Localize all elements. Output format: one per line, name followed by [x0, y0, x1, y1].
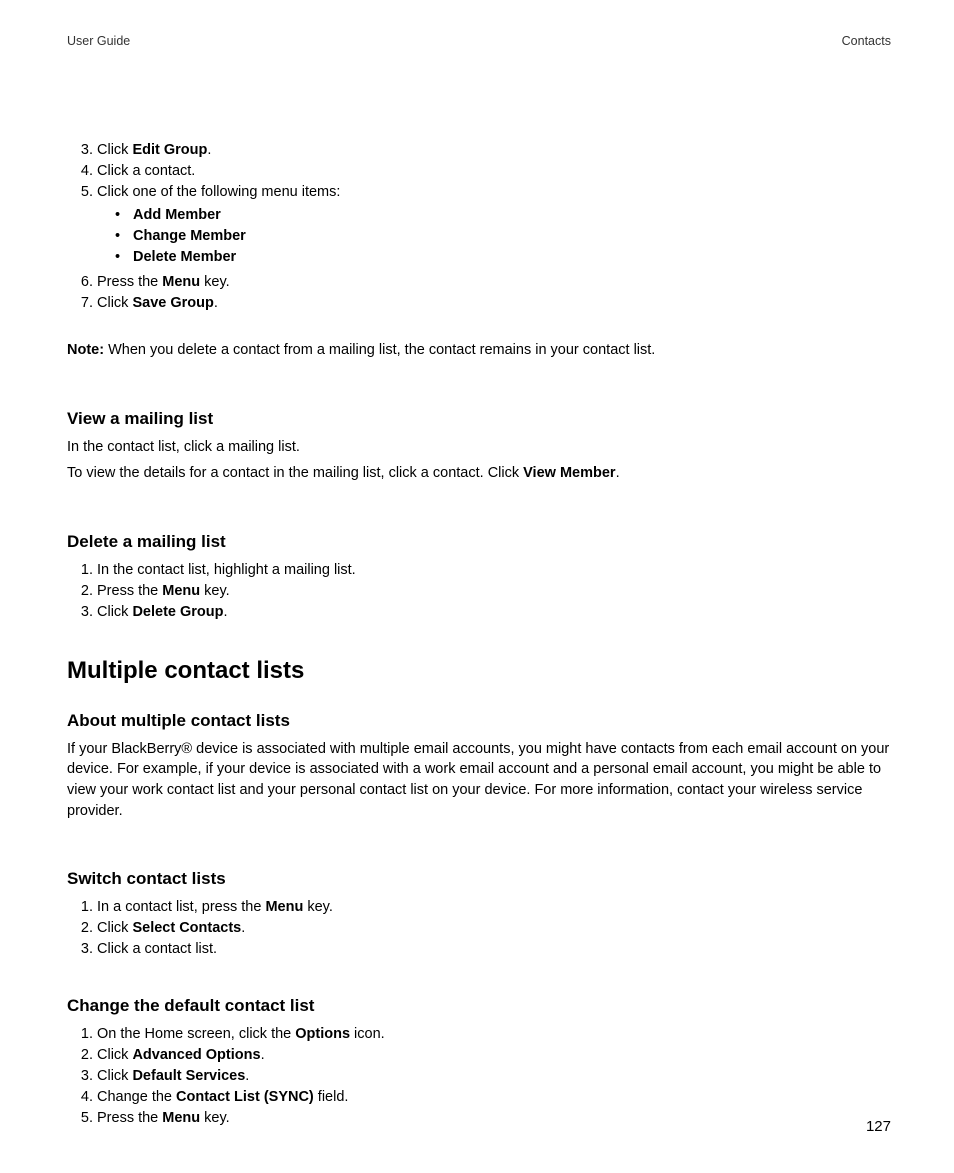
page: User Guide Contacts Click Edit Group. Cl…: [0, 0, 954, 1173]
list-item: In a contact list, press the Menu key.: [97, 897, 891, 918]
body-text: If your BlackBerry® device is associated…: [67, 739, 891, 821]
list-item: Click Advanced Options.: [97, 1045, 891, 1066]
steps-delete-mailing-list: In the contact list, highlight a mailing…: [67, 560, 891, 623]
list-item: In the contact list, highlight a mailing…: [97, 560, 891, 581]
list-item: Click Save Group.: [97, 293, 891, 314]
list-item: Click Default Services.: [97, 1066, 891, 1087]
steps-edit-group: Click Edit Group. Click a contact. Click…: [67, 140, 891, 268]
body-text: To view the details for a contact in the…: [67, 463, 891, 484]
steps-switch-contact-lists: In a contact list, press the Menu key. C…: [67, 897, 891, 960]
heading-view-mailing-list: View a mailing list: [67, 409, 891, 429]
note-paragraph: Note: When you delete a contact from a m…: [67, 340, 891, 361]
list-item: Change Member: [133, 226, 891, 247]
list-item: Press the Menu key.: [97, 272, 891, 293]
heading-change-default: Change the default contact list: [67, 996, 891, 1016]
list-item: Click Edit Group.: [97, 140, 891, 161]
list-item: Click a contact list.: [97, 939, 891, 960]
heading-switch-contact-lists: Switch contact lists: [67, 869, 891, 889]
list-item: Press the Menu key.: [97, 1108, 891, 1129]
list-item: Click one of the following menu items: A…: [97, 182, 891, 268]
submenu-items: Add Member Change Member Delete Member: [97, 205, 891, 268]
note-label: Note:: [67, 342, 104, 358]
body-text: In the contact list, click a mailing lis…: [67, 437, 891, 458]
list-item: Add Member: [133, 205, 891, 226]
list-item: Click Select Contacts.: [97, 918, 891, 939]
steps-change-default: On the Home screen, click the Options ic…: [67, 1024, 891, 1129]
steps-edit-group-cont: Press the Menu key. Click Save Group.: [67, 272, 891, 314]
list-item: Click Delete Group.: [97, 602, 891, 623]
heading-about-multiple: About multiple contact lists: [67, 711, 891, 731]
page-number: 127: [866, 1118, 891, 1135]
list-item: Delete Member: [133, 247, 891, 268]
heading-delete-mailing-list: Delete a mailing list: [67, 532, 891, 552]
list-item: Change the Contact List (SYNC) field.: [97, 1087, 891, 1108]
header-left: User Guide: [67, 34, 130, 48]
list-item: Click a contact.: [97, 161, 891, 182]
header-right: Contacts: [842, 34, 891, 48]
page-header: User Guide Contacts: [67, 34, 891, 48]
heading-multiple-contact-lists: Multiple contact lists: [67, 657, 891, 685]
list-item: Press the Menu key.: [97, 581, 891, 602]
list-item: On the Home screen, click the Options ic…: [97, 1024, 891, 1045]
